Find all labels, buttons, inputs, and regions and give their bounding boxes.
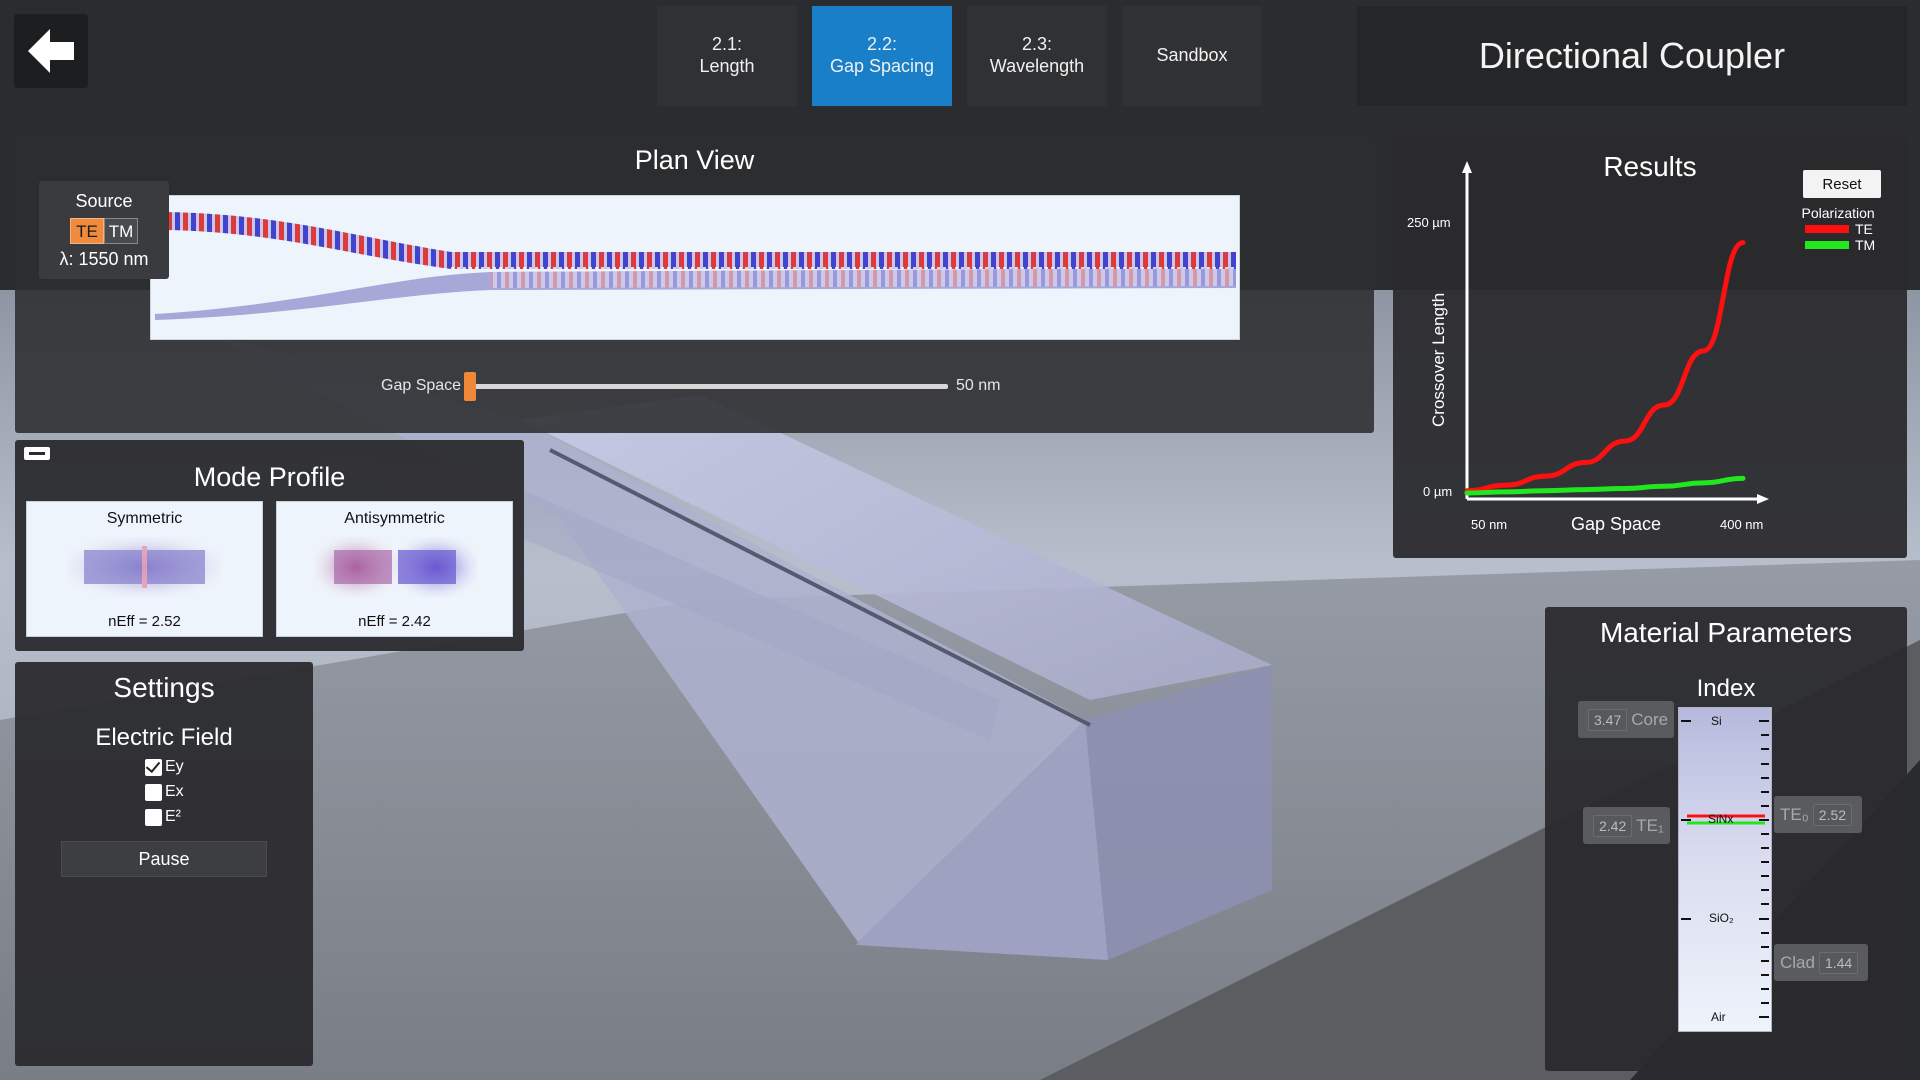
polarization-toggle: TE TM xyxy=(39,218,169,244)
core-index-value[interactable]: 3.47 xyxy=(1588,708,1628,731)
crossover-chart: 250 µm 0 µm 50 nm 400 nm Gap Space Cross… xyxy=(1407,161,1769,534)
air-level-label: Air xyxy=(1711,1010,1726,1024)
gap-space-slider-thumb[interactable] xyxy=(464,372,476,401)
x-axis-label: Gap Space xyxy=(1571,514,1661,534)
sinx-level-label: SiNx xyxy=(1708,812,1734,826)
core-index-chip[interactable]: 3.47 Core xyxy=(1578,701,1675,738)
wavelength-readout: λ: 1550 nm xyxy=(59,249,149,269)
tab-label: Wavelength xyxy=(989,56,1085,76)
settings-title: Settings xyxy=(113,672,215,703)
settings-panel: Settings Electric Field Ey Ex E² Pause xyxy=(15,662,313,1066)
si-level-label: Si xyxy=(1711,714,1722,728)
tab-gap-spacing[interactable]: 2.2: Gap Spacing xyxy=(812,6,952,106)
clad-index-label: Clad xyxy=(1780,952,1815,972)
mode-profile-title: Mode Profile xyxy=(193,462,346,492)
tab-number: 2.3: xyxy=(1021,34,1053,55)
ex-checkbox-row[interactable]: Ex xyxy=(145,783,184,801)
antisymmetric-neff: nEff = 2.42 xyxy=(358,613,431,630)
antisymmetric-label: Antisymmetric xyxy=(344,510,445,527)
ex-checkbox[interactable] xyxy=(145,783,162,801)
e2-label: E² xyxy=(165,808,181,825)
minimize-button[interactable] xyxy=(24,447,50,460)
y-axis-label: Crossover Length xyxy=(1429,293,1448,427)
ey-checkbox[interactable] xyxy=(145,758,162,776)
material-title: Material Parameters xyxy=(1599,617,1853,648)
tab-wavelength[interactable]: 2.3: Wavelength xyxy=(967,6,1107,106)
gap-space-slider[interactable] xyxy=(473,384,948,389)
back-arrow-icon xyxy=(28,29,74,73)
antisymmetric-mode-card: Antisymmetric nEff = 2.42 xyxy=(276,501,513,637)
index-scale-ticks xyxy=(1681,720,1769,1018)
gap-space-label: Gap Space xyxy=(381,377,462,394)
e2-checkbox[interactable] xyxy=(145,808,162,826)
mode-profile-panel: Mode Profile Symmetric nEff = 2.52 Antis… xyxy=(15,440,524,651)
y-tick-bottom: 0 µm xyxy=(1423,484,1452,499)
te0-index-value: 2.52 xyxy=(1812,803,1853,826)
source-label: Source xyxy=(75,191,133,211)
back-button[interactable] xyxy=(14,14,88,88)
clad-index-chip[interactable]: Clad 1.44 xyxy=(1774,944,1869,981)
x-axis-arrow xyxy=(1757,494,1769,504)
tab-sandbox[interactable]: Sandbox xyxy=(1122,6,1262,106)
results-panel: Results Reset Polarization TE TM 250 µm … xyxy=(1393,137,1907,558)
y-tick-top: 250 µm xyxy=(1407,215,1451,230)
te0-index-label: TE₀ xyxy=(1780,804,1809,824)
index-title: Index xyxy=(1696,675,1756,702)
index-scale: Si SiNx SiO₂ Air xyxy=(1678,707,1772,1032)
sio2-level-label: SiO₂ xyxy=(1709,911,1734,925)
tab-length[interactable]: 2.1: Length xyxy=(657,6,797,106)
clad-index-value[interactable]: 1.44 xyxy=(1818,951,1859,974)
te-series-line xyxy=(1464,240,1746,494)
antisymmetric-mode-plot xyxy=(315,537,477,597)
pause-button[interactable]: Pause xyxy=(61,841,267,877)
waveguide-field-plot xyxy=(155,212,1236,320)
tm-toggle[interactable]: TM xyxy=(104,218,138,244)
e2-checkbox-row[interactable]: E² xyxy=(145,808,181,826)
tab-number: 2.1: xyxy=(711,34,743,55)
symmetric-label: Symmetric xyxy=(106,510,183,527)
symmetric-mode-card: Symmetric nEff = 2.52 xyxy=(26,501,263,637)
tab-number: 2.2: xyxy=(866,34,898,55)
tab-label: Length xyxy=(699,56,755,76)
te-toggle[interactable]: TE xyxy=(70,218,104,244)
te0-index-chip: TE₀ 2.52 xyxy=(1774,796,1863,833)
gap-space-slider-row: Gap Space 50 nm xyxy=(15,372,1374,401)
material-parameters-panel: Material Parameters Index Si SiNx SiO₂ A… xyxy=(1545,607,1907,1071)
app-title: Directional Coupler xyxy=(1357,6,1907,106)
ey-checkbox-row[interactable]: Ey xyxy=(145,758,184,776)
plan-view-panel: Plan View Source TE TM λ: 1550 nm Gap Sp… xyxy=(15,137,1374,433)
ex-label: Ex xyxy=(165,783,184,800)
y-axis-arrow xyxy=(1462,161,1472,173)
x-tick-left: 50 nm xyxy=(1471,517,1507,532)
te1-index-value: 2.42 xyxy=(1593,814,1633,837)
te1-index-label: TE₁ xyxy=(1636,815,1664,835)
gap-space-value: 50 nm xyxy=(956,377,1001,394)
symmetric-mode-plot xyxy=(67,537,222,597)
plan-view-title: Plan View xyxy=(634,145,755,175)
source-box: Source TE TM λ: 1550 nm xyxy=(39,181,169,279)
ey-label: Ey xyxy=(165,758,184,775)
te1-index-chip: 2.42 TE₁ xyxy=(1583,807,1670,844)
x-tick-right: 400 nm xyxy=(1720,517,1763,532)
symmetric-neff: nEff = 2.52 xyxy=(108,613,181,630)
electric-field-title: Electric Field xyxy=(95,724,233,751)
tab-label: Gap Spacing xyxy=(829,56,935,76)
core-index-label: Core xyxy=(1631,709,1669,729)
tab-label: Sandbox xyxy=(1156,45,1228,66)
plan-view-canvas xyxy=(150,195,1240,340)
